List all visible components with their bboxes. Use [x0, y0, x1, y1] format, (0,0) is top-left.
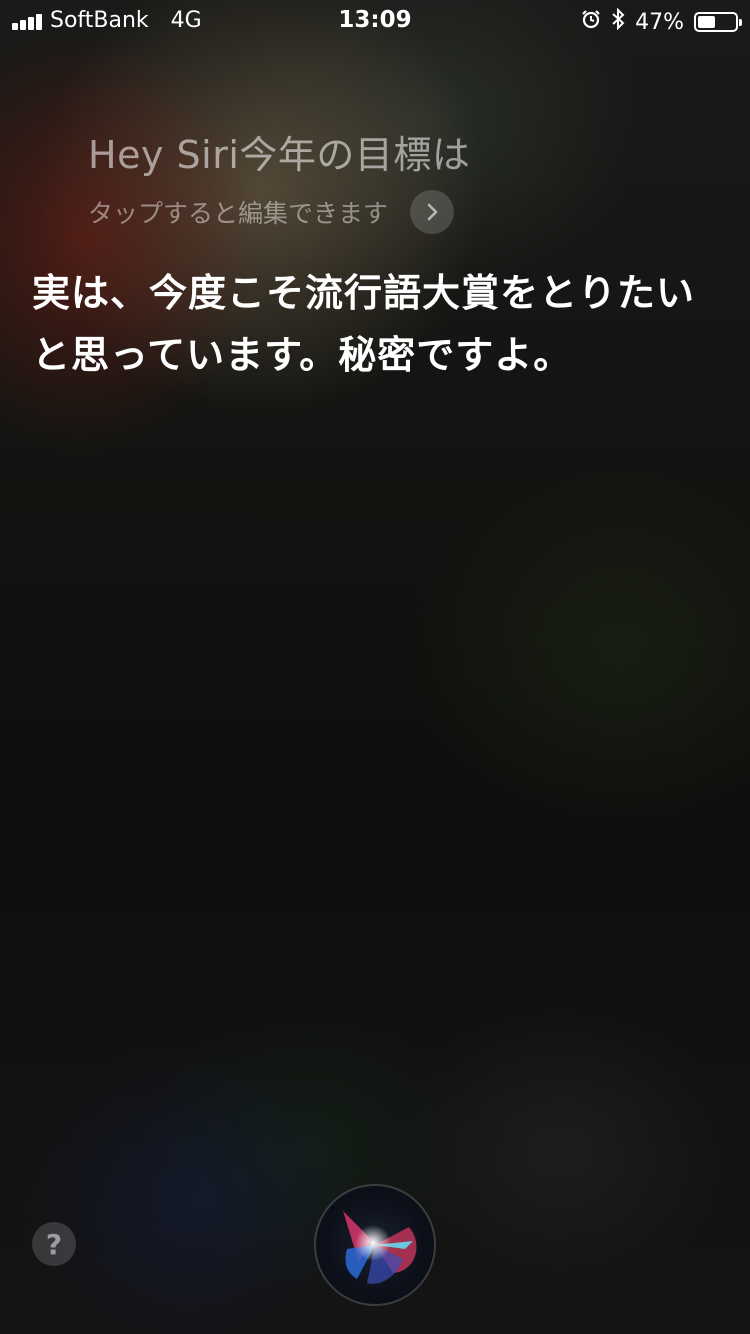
edit-hint[interactable]: タップすると編集できます	[88, 194, 388, 230]
bluetooth-icon	[611, 7, 625, 36]
chevron-right-icon[interactable]	[410, 190, 455, 234]
siri-orb-icon[interactable]	[313, 1183, 437, 1307]
battery-icon	[694, 12, 742, 32]
siri-response: 実は、今度こそ流行語大賞をとりたいと思っています。秘密ですよ。	[32, 271, 696, 377]
help-button[interactable]: ?	[32, 1222, 76, 1266]
siri-query[interactable]: Hey Siri今年の目標は	[88, 124, 470, 179]
siri-screen: SoftBank 4G 13:09 47% Hey Siri今年の目標は タップ…	[0, 0, 750, 1334]
edit-query-row[interactable]: タップすると編集できます	[88, 190, 455, 234]
battery-percent: 47%	[635, 9, 684, 35]
status-bar: SoftBank 4G 13:09 47%	[0, 0, 750, 40]
battery-fill	[698, 16, 715, 28]
alarm-icon	[581, 9, 601, 35]
siri-orb-button[interactable]	[313, 1183, 437, 1307]
status-right: 47%	[581, 7, 742, 36]
